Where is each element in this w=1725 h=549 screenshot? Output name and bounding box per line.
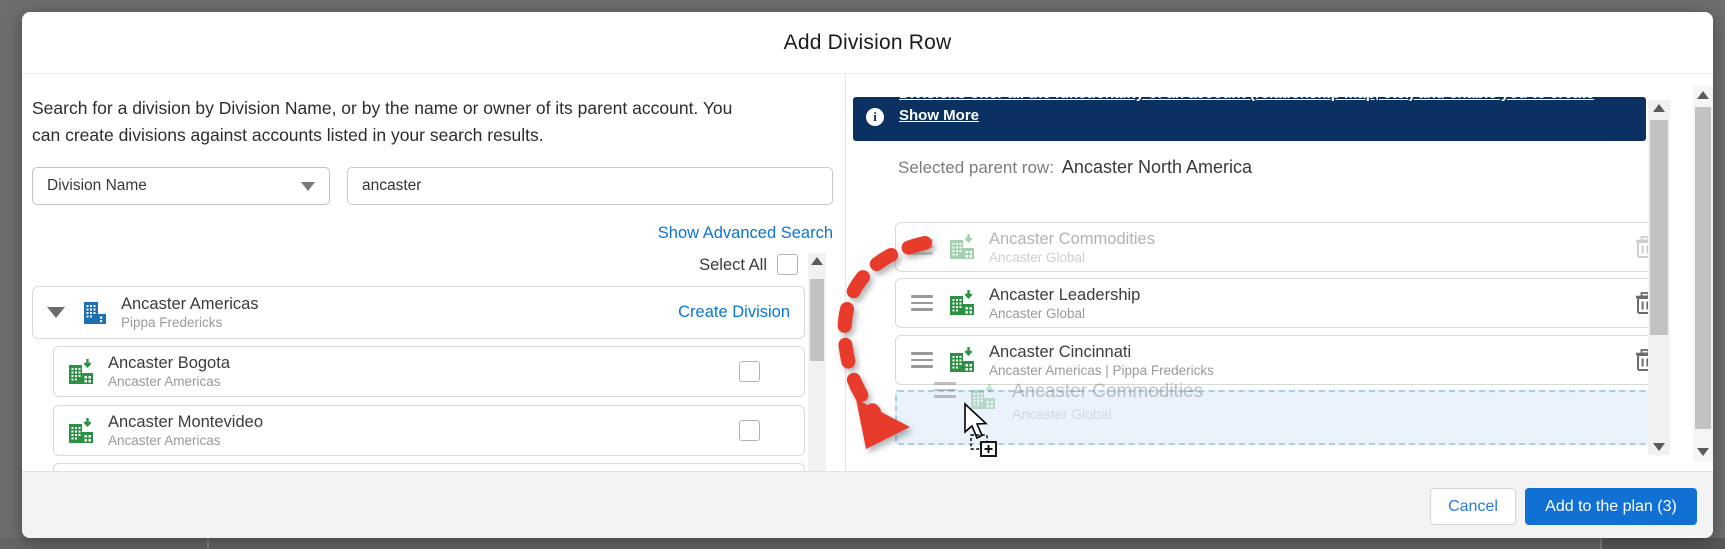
division-icon <box>68 418 94 444</box>
drag-handle-icon[interactable] <box>911 239 933 255</box>
modal-body: Search for a division by Division Name, … <box>22 75 1713 471</box>
plan-row-ancaster-leadership[interactable]: Ancaster Leadership Ancaster Global <box>895 278 1668 328</box>
info-icon: i <box>866 108 884 126</box>
plan-row-title: Ancaster Cincinnati <box>989 342 1214 362</box>
drag-handle-icon <box>934 382 956 398</box>
ghost-title: Ancaster Commodities <box>1012 382 1203 402</box>
modal-title: Add Division Row <box>784 31 952 55</box>
plan-row-ancaster-commodities[interactable]: Ancaster Commodities Ancaster Global <box>895 222 1668 272</box>
account-row-ancaster-americas[interactable]: Ancaster Americas Pippa Fredericks Creat… <box>32 286 805 339</box>
selected-parent-value: Ancaster North America <box>1062 157 1252 177</box>
plan-list-scrollbar[interactable] <box>1648 100 1670 455</box>
select-all-label: Select All <box>522 256 767 275</box>
division-checkbox[interactable] <box>739 420 760 441</box>
drag-handle-icon[interactable] <box>911 295 933 311</box>
drag-handle-icon[interactable] <box>911 352 933 368</box>
division-row-ancaster-bogota[interactable]: Ancaster Bogota Ancaster Americas <box>53 346 805 397</box>
add-to-plan-button[interactable]: Add to the plan (3) <box>1525 488 1697 525</box>
account-icon <box>81 300 107 326</box>
drag-copy-cursor-icon <box>959 402 1005 460</box>
scroll-down-icon[interactable] <box>1648 439 1670 455</box>
division-parent: Ancaster Americas <box>108 432 263 449</box>
division-icon <box>68 359 94 385</box>
account-title: Ancaster Americas <box>121 294 259 314</box>
left-list-scrollbar[interactable] <box>808 253 826 471</box>
create-division-link[interactable]: Create Division <box>678 303 790 322</box>
scrollbar-thumb[interactable] <box>810 279 824 361</box>
ghost-subtitle: Ancaster Global <box>1012 406 1203 423</box>
plan-row-subtitle: Ancaster Global <box>989 305 1140 322</box>
select-all-checkbox[interactable] <box>777 254 798 275</box>
division-title: Ancaster Bogota <box>108 353 230 373</box>
scrollbar-thumb[interactable] <box>1695 107 1711 429</box>
division-icon <box>949 234 975 260</box>
banner-clipped-text: Divisions offer all the functionality of… <box>899 97 1636 104</box>
plan-row-title: Ancaster Leadership <box>989 285 1140 305</box>
division-icon <box>949 347 975 373</box>
page-behind-overlay <box>0 538 1725 549</box>
search-field-dropdown[interactable]: Division Name <box>32 167 330 205</box>
chevron-down-icon <box>301 182 315 191</box>
scroll-up-icon[interactable] <box>808 253 826 269</box>
plan-row-subtitle: Ancaster Americas | Pippa Fredericks <box>989 362 1214 379</box>
tree-collapse-icon[interactable] <box>47 307 65 318</box>
search-instructions: Search for a division by Division Name, … <box>32 95 737 149</box>
show-more-link[interactable]: Show More <box>899 107 979 124</box>
scrollbar-thumb[interactable] <box>1650 120 1668 335</box>
division-checkbox[interactable] <box>739 361 760 382</box>
search-input[interactable] <box>347 167 833 205</box>
plan-row-title: Ancaster Commodities <box>989 229 1155 249</box>
selected-parent-row: Selected parent row: Ancaster North Ameri… <box>898 157 1252 178</box>
modal-scrollbar[interactable] <box>1693 85 1713 462</box>
plan-row-subtitle: Ancaster Global <box>989 249 1155 266</box>
selected-parent-label: Selected parent row: <box>898 158 1054 177</box>
modal-header: Add Division Row <box>22 12 1713 74</box>
scroll-down-icon[interactable] <box>1693 444 1713 460</box>
account-owner: Pippa Fredericks <box>121 314 259 331</box>
partially-visible-row <box>53 463 805 471</box>
division-parent: Ancaster Americas <box>108 373 230 390</box>
division-row-ancaster-montevideo[interactable]: Ancaster Montevideo Ancaster Americas <box>53 405 805 456</box>
scroll-up-icon[interactable] <box>1648 100 1670 116</box>
cancel-button[interactable]: Cancel <box>1430 488 1516 525</box>
search-field-dropdown-value: Division Name <box>47 177 147 195</box>
show-advanced-search-link[interactable]: Show Advanced Search <box>522 224 833 243</box>
division-title: Ancaster Montevideo <box>108 412 263 432</box>
drop-zone[interactable]: Ancaster Commodities Ancaster Global <box>895 390 1668 445</box>
pane-divider <box>845 75 846 471</box>
info-banner: i Divisions offer all the functionality … <box>853 97 1646 141</box>
modal-footer: Cancel Add to the plan (3) <box>22 471 1713 538</box>
add-division-row-modal: Add Division Row Search for a division b… <box>22 12 1713 538</box>
plan-row-ancaster-cincinnati[interactable]: Ancaster Cincinnati Ancaster Americas | … <box>895 335 1668 385</box>
division-icon <box>949 290 975 316</box>
scroll-up-icon[interactable] <box>1693 87 1713 103</box>
